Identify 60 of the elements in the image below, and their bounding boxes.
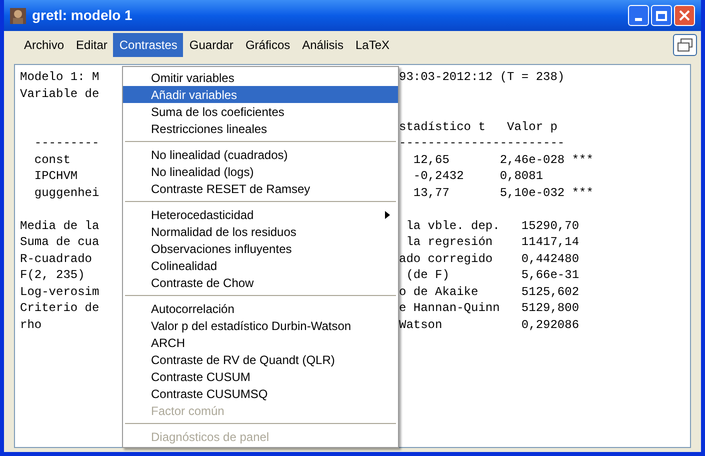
menu-item[interactable]: Autocorrelación (123, 300, 398, 317)
menu-item[interactable]: Contraste de RV de Quandt (QLR) (123, 351, 398, 368)
menu-item[interactable]: Heterocedasticidad (123, 206, 398, 223)
output-text: 13,77 5,10e-032 *** (412, 186, 594, 199)
close-icon (679, 10, 690, 21)
output-text: F(2, 235) (20, 268, 85, 282)
menu-item[interactable]: Suma de los coeficientes (123, 103, 398, 120)
menu-item[interactable]: Omitir variables (123, 69, 398, 86)
output-text: la regresión 11417,14 (405, 236, 580, 248)
menu-item[interactable]: Contraste CUSUM (123, 368, 398, 385)
output-text: Criterio de (20, 301, 100, 316)
output-text: ado corregido 0,442480 (399, 252, 580, 265)
menu-item[interactable]: Colinealidad (123, 257, 398, 274)
maximize-button[interactable] (651, 5, 672, 26)
output-text: stadístico t Valor p (399, 120, 558, 133)
menu-bar-item[interactable]: Análisis (296, 33, 350, 57)
output-text: R-cuadrado (20, 252, 92, 266)
windows-icon (677, 38, 693, 52)
output-text: Log-verosim (20, 284, 100, 299)
output-text: o de Akaike 5125,602 (399, 286, 580, 298)
output-text: Watson 0,292086 (399, 318, 580, 331)
menu-item[interactable]: ARCH (123, 334, 398, 351)
output-text: IPCHVM (33, 169, 78, 184)
menu-bar-item[interactable]: Guardar (183, 33, 240, 57)
menu-bar-item[interactable]: Gráficos (239, 33, 296, 57)
window-toggle-button[interactable] (673, 34, 697, 56)
window-title: gretl: modelo 1 (32, 6, 132, 25)
menu-bar-item[interactable]: Archivo (18, 33, 70, 57)
output-text: e Hannan-Quinn 5129,800 (399, 302, 580, 314)
menu-item[interactable]: Valor p del estadístico Durbin-Watson (123, 317, 398, 334)
output-text: (de F) 5,66e-31 (405, 269, 580, 282)
output-text: Variable de (20, 86, 100, 101)
menu-item[interactable]: Contraste CUSUMSQ (123, 385, 398, 402)
output-text: 12,65 2,46e-028 *** (412, 154, 594, 166)
output-text: guggenhei (33, 186, 100, 200)
menu-item[interactable]: Observaciones influyentes (123, 240, 398, 257)
output-text: rho (20, 318, 42, 332)
menu-item[interactable]: No linealidad (cuadrados) (123, 146, 398, 163)
close-button[interactable] (674, 5, 695, 26)
menu-bar-item[interactable]: Editar (70, 33, 114, 57)
app-logo-icon (10, 8, 26, 24)
menu-bar-item[interactable]: Contrastes (113, 33, 184, 57)
menu-bar-item[interactable]: LaTeX (349, 33, 396, 57)
output-text: Media de la (20, 218, 100, 233)
output-text: --------- (33, 136, 100, 150)
output-text: Suma de cua (20, 235, 100, 250)
menu-item[interactable]: Normalidad de los residuos (123, 223, 398, 240)
output-text: 93:03-2012:12 (T = 238) (399, 71, 565, 84)
minimize-button[interactable] (628, 5, 649, 26)
menu-item[interactable]: Añadir variables (123, 86, 398, 103)
submenu-arrow-icon (385, 210, 390, 218)
output-text: la vble. dep. 15290,70 (405, 220, 580, 232)
output-text: ----------------------- (399, 137, 565, 150)
output-text: -0,2432 0,8081 (412, 170, 544, 182)
menu-item[interactable]: Restricciones lineales (123, 120, 398, 137)
menu-item[interactable]: No linealidad (logs) (123, 163, 398, 180)
output-text: const (33, 152, 70, 167)
menu-item[interactable]: Contraste de Chow (123, 274, 398, 291)
menu-item[interactable]: Contraste RESET de Ramsey (123, 180, 398, 197)
output-text: Modelo 1: M (20, 70, 100, 84)
